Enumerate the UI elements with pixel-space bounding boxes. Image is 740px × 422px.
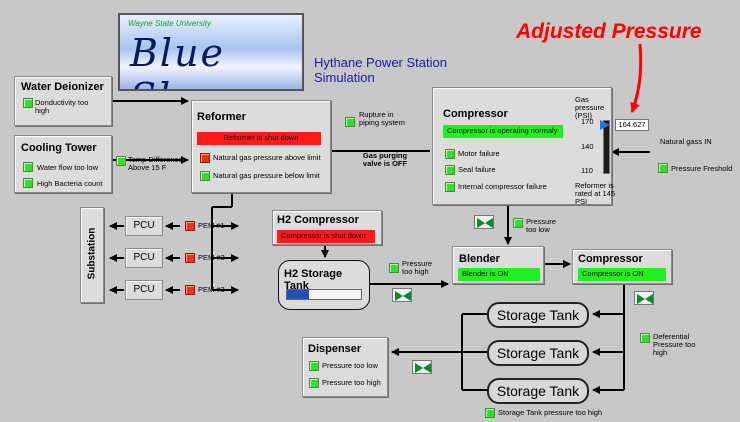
h2-compressor-status: Compressor is shut down [277,230,375,243]
seal-failure-label: Seal failure [458,165,496,174]
pem3-label: PEM #3 [198,285,225,294]
h2-valve[interactable] [392,288,412,302]
water-flow-led [23,162,33,172]
blender-valve[interactable] [474,215,494,229]
substation-panel: Substation [80,207,104,303]
pcu-1[interactable]: PCU [125,216,163,236]
gas-above-limit-led [200,153,210,163]
cooling-tower-panel: Cooling Tower Water flow too low High Ba… [14,135,112,193]
water-deionizer-panel: Water Deionizer Donductivity too high [14,76,112,126]
gauge-tick-170: 170 [581,117,594,126]
water-flow-label: Water flow too low [37,163,98,172]
app-title-line2: Simulation [314,70,375,85]
gas-below-limit-label: Natural gas pressure below limit [213,171,320,180]
compressor-title: Compressor [443,108,508,120]
storage-tank-1: Storage Tank [487,302,589,328]
h2-level-bar [286,289,362,300]
deferential-pressure-label: Deferential Pressure too high [653,332,696,357]
gauge-tick-110: 110 [581,166,593,175]
h2-level-fill [287,290,310,299]
adjusted-pressure-annotation: Adjusted Pressure [516,20,702,43]
storage-pressure-label: Storage Tank pressure too high [498,408,603,417]
valve-icon [477,218,493,228]
h2-pressure-high-led [389,263,399,273]
cooling-tower-title: Cooling Tower [21,142,97,154]
deferential-pressure-led [640,333,650,343]
pem2-label: PEM #2 [198,253,225,262]
valve-icon [395,291,411,301]
reformer-status: Reformer is shut down [197,132,321,145]
logo-wordmark: Blue Sky [130,31,226,89]
temp-difference-led [116,156,126,166]
gas-above-limit-label: Natural gas pressure above limit [213,153,321,162]
rupture-label: Rupture in piping system [359,110,405,127]
storage-tank-3: Storage Tank [487,378,589,404]
h2-compressor-panel: H2 Compressor Compressor is shut down [272,210,382,245]
motor-failure-label: Motor failure [458,149,500,158]
blender-pressure-low-label: Pressure too low [526,217,557,234]
dispenser-pressure-high-label: Pressure too high [322,378,381,387]
seal-failure-led [445,165,455,175]
dispenser-pressure-low-label: Pressure too low [322,361,378,370]
app-title-line1: Hythane Power Station [314,55,447,70]
dispenser-pressure-high-led [309,378,319,388]
dispenser-pressure-low-led [309,361,319,371]
internal-failure-led [445,182,455,192]
h2-pressure-high-label: Pressure too high [402,259,433,276]
dispenser-valve[interactable] [412,360,432,374]
dispenser-panel: Dispenser Pressure too low Pressure too … [302,337,388,397]
motor-failure-led [445,149,455,159]
pressure-slider-thumb[interactable] [600,119,610,130]
storage-tank-2: Storage Tank [487,340,589,366]
blender-status: Blender is ON [458,268,540,281]
h2-storage-tank: H2 Storage Tank [278,260,370,310]
reformer-panel: Reformer Reformer is shut down Natural g… [191,100,331,193]
natural-gas-in-label: Natural gass IN [660,137,712,146]
conductivity-label: Donductivity too high [35,98,89,115]
conductivity-led [23,98,33,108]
pressure-freshold-led [658,163,668,173]
rupture-led [345,117,355,127]
gauge-tick-140: 140 [581,142,594,151]
purging-label: Gas purging valve is OFF [362,151,408,168]
compressor2-panel: Compressor Compressor is ON [572,249,672,284]
temp-difference-label: Temp Difference Above 15 F [128,155,183,172]
app-title: Hythane Power Station Simulation [314,55,447,85]
reformer-title: Reformer [197,111,246,123]
valve-icon [637,294,653,304]
pem1-label: PEM #1 [198,221,225,230]
university-logo: Wayne State University Blue Sky [118,13,304,91]
substation-label: Substation [86,227,98,280]
compressor-status: Compressor is operating normaly [443,125,563,138]
logo-university-text: Wayne State University [128,19,211,28]
blender-title: Blender [459,253,500,265]
gas-below-limit-led [200,171,210,181]
storage-pressure-led [485,408,495,418]
pressure-freshold-label: Pressure Freshold [671,164,733,173]
valve-icon [415,363,431,373]
blender-pressure-low-led [513,218,523,228]
bacteria-led [23,178,33,188]
pcu-3[interactable]: PCU [125,280,163,300]
compressor2-valve[interactable] [634,291,654,305]
bacteria-label: High Bacteria count [37,179,103,188]
compressor-panel: Compressor Compressor is operating norma… [432,87,615,206]
blender-panel: Blender Blender is ON [452,246,544,284]
pcu-2[interactable]: PCU [125,248,163,268]
h2-compressor-title: H2 Compressor [277,214,359,226]
compressor2-status: Compressor is ON [578,268,666,281]
water-deionizer-title: Water Deionizer [21,81,104,93]
pressure-value-readout[interactable]: 164.627 [615,119,649,131]
pem2-led [185,253,195,263]
internal-failure-label: Internal compressor failure [458,182,547,191]
rated-label: Reformer is rated at 145 PSI [575,181,616,206]
compressor2-title: Compressor [578,253,643,265]
pem1-led [185,221,195,231]
dispenser-title: Dispenser [308,343,362,355]
pem3-led [185,285,195,295]
